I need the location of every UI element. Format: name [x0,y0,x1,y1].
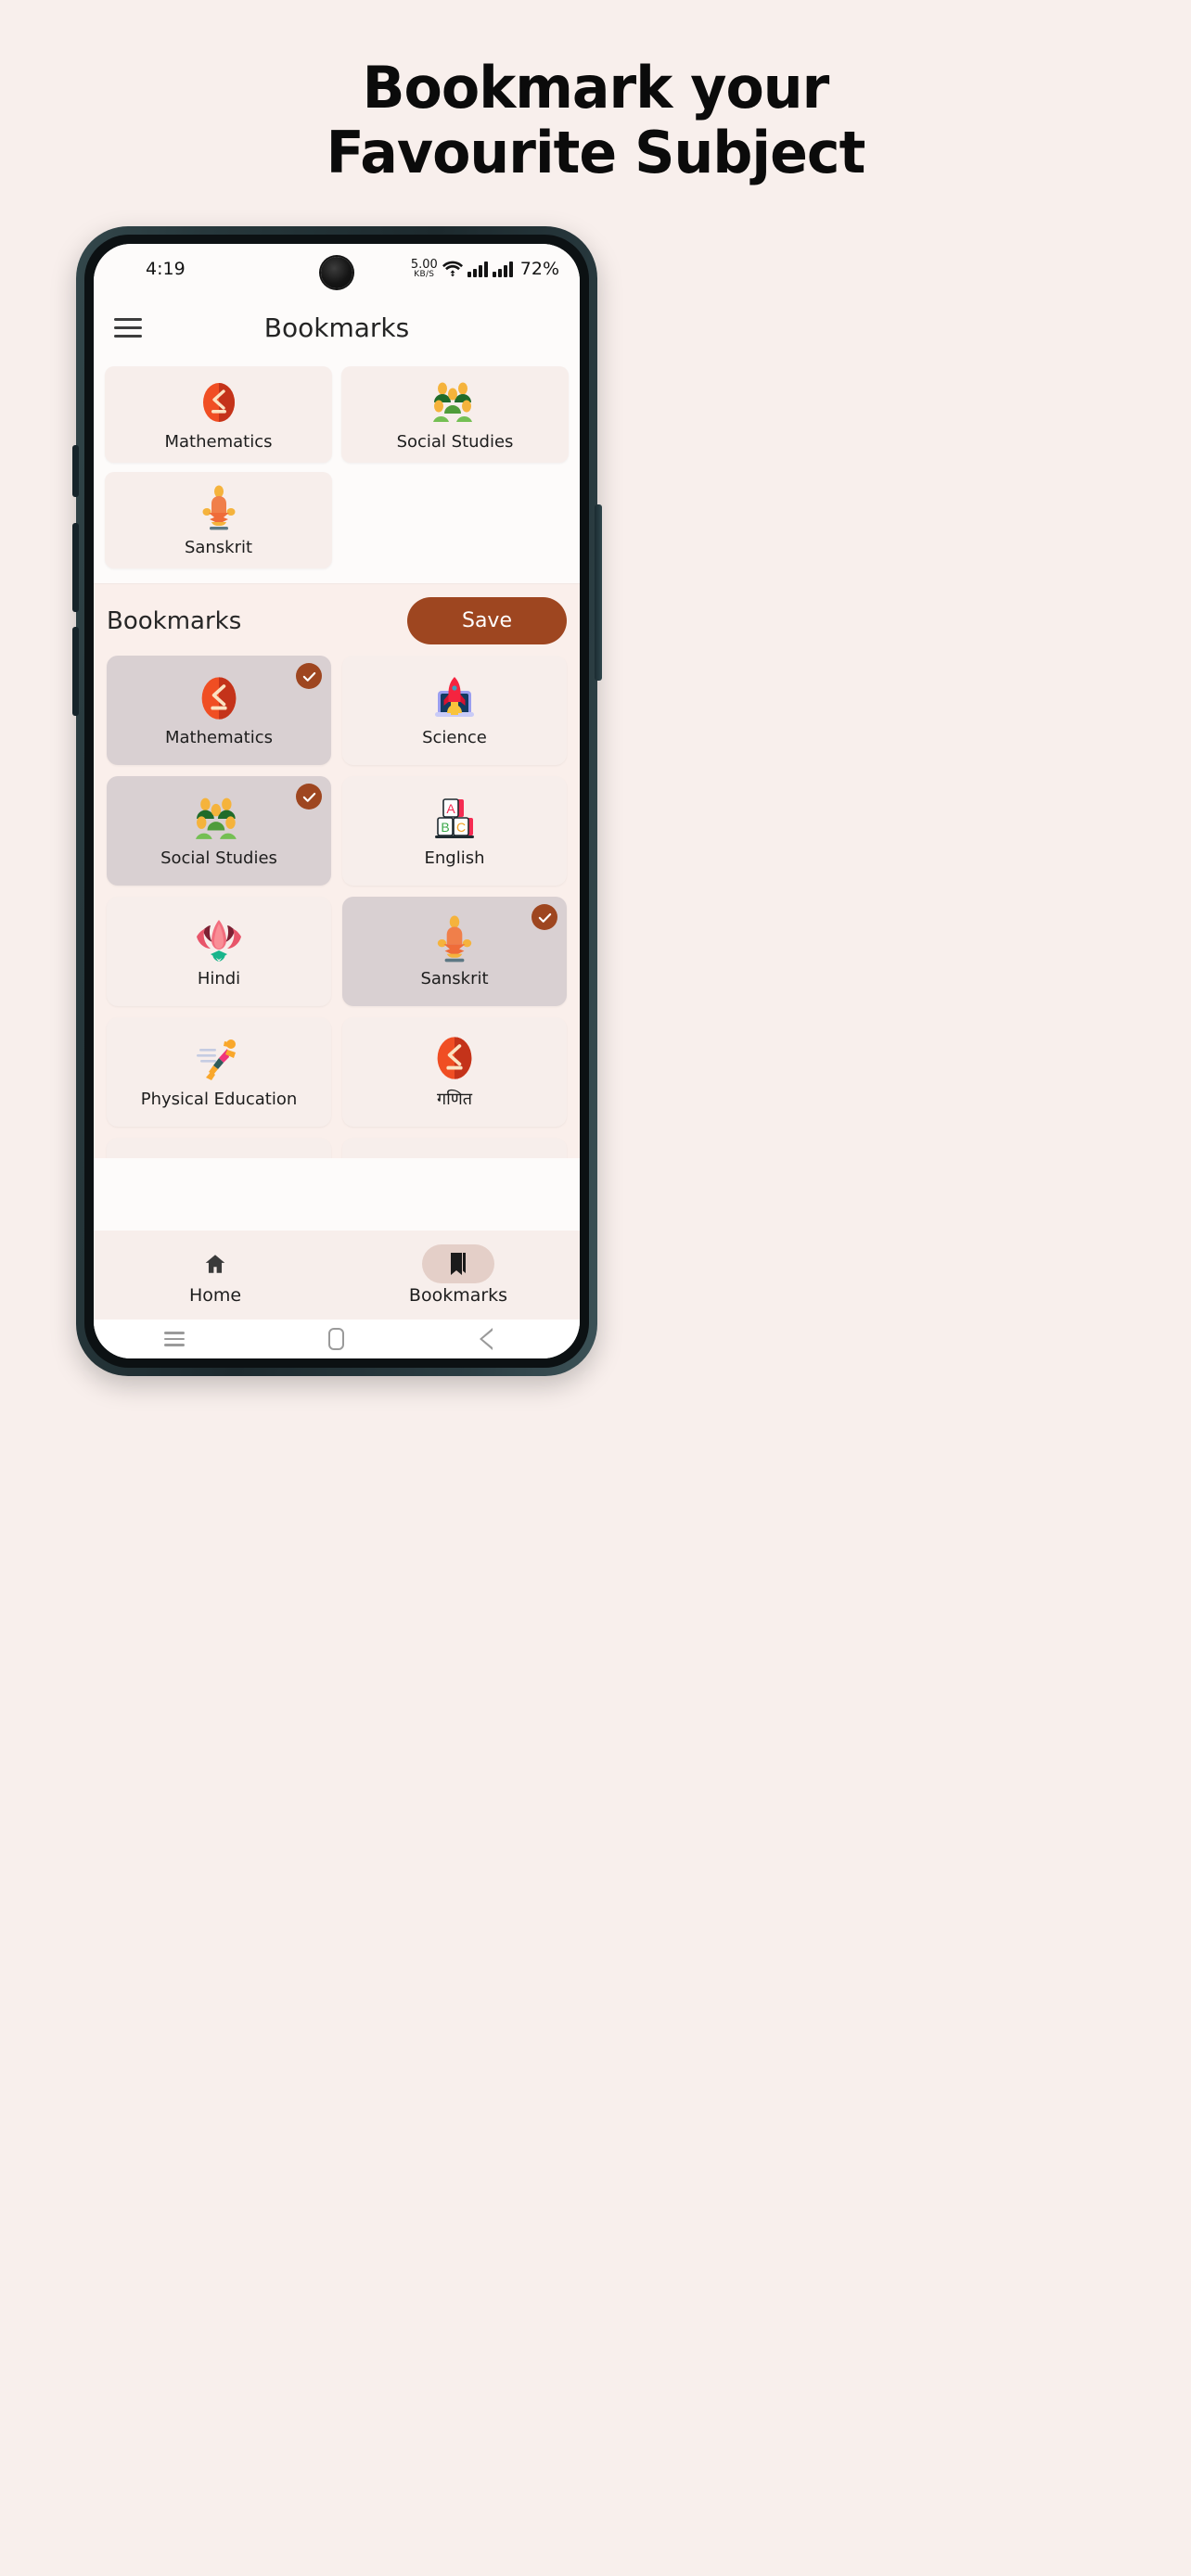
subject-card-social-studies[interactable]: Social Studies [107,776,331,886]
subject-card-label: Hindi [197,968,241,988]
nav-label-bookmarks: Bookmarks [408,1285,508,1306]
app-bar: Bookmarks [94,294,580,361]
subject-card-label: English [424,848,485,868]
nav-pill-home [179,1244,251,1283]
check-icon [296,663,322,689]
device-button-volume-up[interactable] [72,523,79,612]
page-title: Bookmarks [263,312,410,343]
home-icon [203,1252,227,1276]
bookmarks-section-header: Bookmarks Save [94,583,580,656]
bottom-navigation-bar: Home Bookmarks [94,1231,580,1320]
lotus-icon [194,915,244,963]
subject-card-label: Physical Education [140,1089,298,1109]
math-less-equal-icon [429,1034,480,1082]
bookmark-icon [447,1251,469,1277]
nav-item-bookmarks[interactable]: Bookmarks [337,1244,580,1306]
section-title: Bookmarks [107,606,242,635]
nav-pill-bookmarks [422,1244,494,1283]
device-button-power[interactable] [595,504,602,681]
check-icon [531,904,557,930]
subject-card-physical-education[interactable]: Physical Education [107,1017,331,1127]
network-speed-unit: KB/S [414,270,435,279]
front-camera-punch-hole [321,257,352,288]
subject-card-mathematics[interactable]: Mathematics [107,656,331,765]
subject-card-science[interactable]: Science [342,656,567,765]
recents-icon[interactable] [162,1327,186,1351]
subject-card-label: Social Studies [160,848,277,868]
network-speed-indicator: 5.00 KB/S [411,259,438,279]
phone-device-frame: 4:19 5.00 KB/S 72% Bookmarks Mathematics… [72,226,602,1376]
android-system-navigation-bar [94,1320,580,1358]
subject-card-vigyan-partial[interactable] [107,1138,331,1158]
saved-card-sanskrit[interactable]: Sanskrit [105,472,332,568]
phone-screen: 4:19 5.00 KB/S 72% Bookmarks Mathematics… [94,244,580,1358]
device-button-volume-down[interactable] [72,627,79,716]
meditation-icon [198,484,239,532]
math-less-equal-icon [194,674,244,722]
hamburger-menu-icon[interactable] [114,317,142,338]
saved-card-label: Mathematics [164,431,273,452]
home-square-icon[interactable] [325,1327,349,1351]
abc-blocks-icon: A B C [430,795,479,843]
nav-item-home[interactable]: Home [94,1244,337,1306]
saved-bookmarks-section: Mathematics Social Studies Sanskrit [94,361,580,583]
saved-card-social-studies[interactable]: Social Studies [341,366,569,463]
status-bar: 4:19 5.00 KB/S 72% [94,244,580,294]
status-bar-indicators: 5.00 KB/S 72% [411,259,559,279]
wifi-icon [442,261,463,277]
running-person-icon [194,1036,244,1084]
subject-card-label: Science [422,727,487,747]
subject-chooser-section: Mathematics Science Social Studies A B C… [94,656,580,1158]
subject-card-hindi[interactable]: Hindi [107,897,331,1006]
svg-text:C: C [456,820,466,835]
svg-text:A: A [446,801,455,816]
subject-chooser-grid: Mathematics Science Social Studies A B C… [107,656,567,1158]
promo-heading-line-1: Bookmark your [362,54,830,121]
subject-card-label: Sanskrit [420,968,489,988]
promo-heading-line-2: Favourite Subject [326,119,866,186]
subject-card-sanskrit[interactable]: Sanskrit [342,897,567,1006]
subject-card-label: Mathematics [165,727,273,747]
meditation-icon [433,915,476,963]
status-bar-time: 4:19 [146,259,186,279]
subject-card-samajik-partial[interactable] [342,1138,567,1158]
nav-label-home: Home [188,1285,242,1306]
device-button-left-top[interactable] [72,445,79,497]
saved-card-label: Sanskrit [184,537,253,557]
subject-card-label: गणित [436,1090,473,1109]
saved-card-label: Social Studies [396,431,514,452]
subject-card-ganit[interactable]: गणित [342,1017,567,1127]
subject-card-english[interactable]: A B C English [342,776,567,886]
svg-text:B: B [441,820,449,835]
math-less-equal-icon [196,378,242,427]
saved-grid-empty-slot [341,472,569,568]
back-triangle-icon[interactable] [479,1327,511,1351]
rocket-icon [430,674,479,722]
people-group-icon [432,378,478,427]
battery-percent: 72% [519,259,559,279]
saved-bookmarks-grid: Mathematics Social Studies Sanskrit [105,366,569,568]
signal-bars-icon-2 [492,261,513,277]
save-button[interactable]: Save [407,597,567,644]
check-icon [296,784,322,810]
saved-card-mathematics[interactable]: Mathematics [105,366,332,463]
signal-bars-icon-1 [467,261,488,277]
promo-heading: Bookmark your Favourite Subject [0,56,1191,185]
people-group-icon [196,795,242,843]
